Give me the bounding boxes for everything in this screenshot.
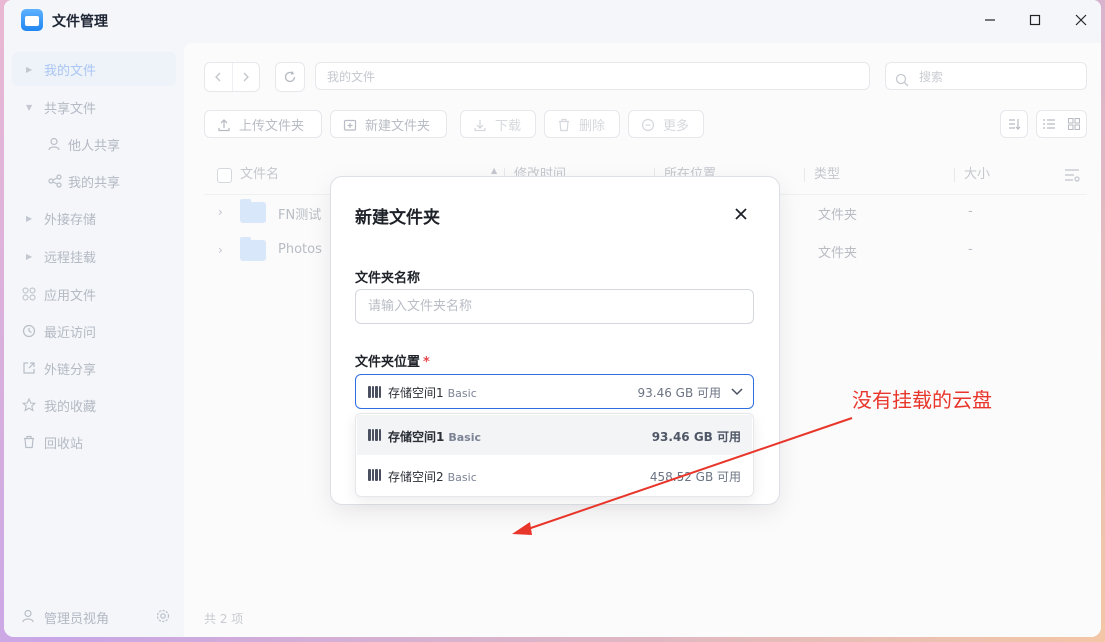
annotation-arrow <box>512 417 853 535</box>
annotation-text: 没有挂载的云盘 <box>852 388 992 412</box>
